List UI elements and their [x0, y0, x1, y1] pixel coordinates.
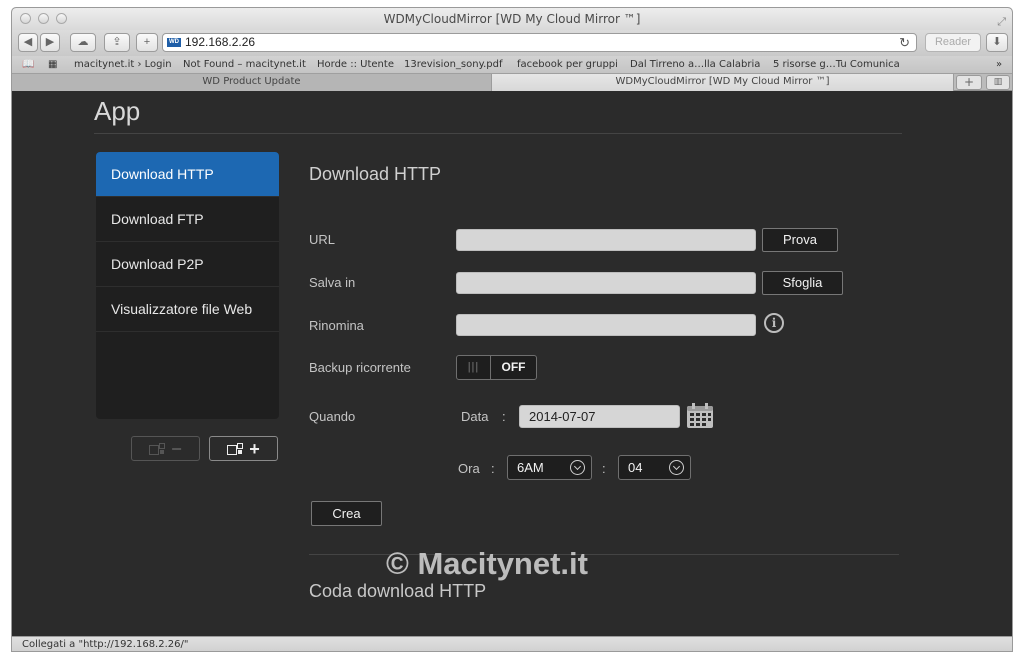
- when-label: Quando: [309, 409, 356, 424]
- minute-select[interactable]: 04: [618, 455, 691, 480]
- rename-label: Rinomina: [309, 318, 364, 333]
- watermark: © Macitynet.it: [386, 546, 588, 581]
- sidebar-item-web-file-viewer[interactable]: Visualizzatore file Web: [96, 287, 279, 332]
- window-title: WDMyCloudMirror [WD My Cloud Mirror ™]: [383, 12, 641, 26]
- back-button[interactable]: ◀: [18, 33, 38, 52]
- bookmark-item[interactable]: Dal Tirreno a…lla Calabria: [630, 56, 760, 74]
- queue-title: Coda download HTTP: [309, 581, 487, 601]
- forward-icon: ▶: [45, 36, 55, 48]
- page-title: App: [94, 96, 141, 126]
- app-grid-icon: [149, 443, 166, 455]
- time-separator: :: [491, 461, 495, 476]
- cloud-button[interactable]: ☁: [70, 33, 96, 52]
- test-button[interactable]: Prova: [762, 228, 838, 252]
- create-button[interactable]: Crea: [311, 501, 382, 526]
- minimize-window-button[interactable]: [38, 13, 49, 24]
- tab-wdmycloudmirror[interactable]: WDMyCloudMirror [WD My Cloud Mirror ™]: [492, 74, 954, 91]
- cloud-icon: ☁: [77, 36, 89, 48]
- share-button[interactable]: ⇪: [104, 33, 130, 52]
- tab-wd-product-update[interactable]: WD Product Update: [12, 74, 492, 91]
- chevron-down-icon: [570, 460, 585, 475]
- wd-favicon-icon: WD: [167, 38, 181, 47]
- page-content: App Download HTTP Download FTP Download …: [12, 92, 1012, 636]
- reading-list-icon[interactable]: 📖: [22, 56, 34, 74]
- divider: [94, 133, 902, 134]
- reload-icon[interactable]: ↻: [899, 34, 910, 51]
- status-bar: Collegati a "http://192.168.2.26/": [12, 636, 1012, 651]
- calendar-icon[interactable]: [686, 403, 714, 429]
- back-icon: ◀: [23, 36, 33, 48]
- reader-button[interactable]: Reader: [925, 33, 981, 52]
- info-icon[interactable]: i: [764, 313, 784, 333]
- time-separator-2: :: [602, 461, 606, 476]
- forward-button[interactable]: ▶: [40, 33, 60, 52]
- sidebar-item-download-ftp[interactable]: Download FTP: [96, 197, 279, 242]
- url-input[interactable]: [456, 229, 756, 251]
- title-bar: WDMyCloudMirror [WD My Cloud Mirror ™] ⤢: [12, 8, 1012, 30]
- rename-input[interactable]: [456, 314, 756, 336]
- add-bookmark-button[interactable]: +: [136, 33, 158, 52]
- remove-app-button[interactable]: −: [131, 436, 200, 461]
- date-separator: :: [502, 409, 506, 424]
- zoom-window-button[interactable]: [56, 13, 67, 24]
- time-label: Ora: [458, 461, 480, 476]
- bookmark-item[interactable]: 13revision_sony.pdf: [404, 56, 502, 74]
- tab-bar: WD Product Update WDMyCloudMirror [WD My…: [12, 74, 1012, 91]
- save-in-label: Salva in: [309, 275, 356, 290]
- close-window-button[interactable]: [20, 13, 31, 24]
- tab-overview-icon[interactable]: ▥: [986, 75, 1010, 90]
- hour-select[interactable]: 6AM: [507, 455, 592, 480]
- chevron-down-icon: [669, 460, 684, 475]
- hour-value: 6AM: [517, 460, 544, 475]
- form-title: Download HTTP: [309, 164, 442, 184]
- top-sites-icon[interactable]: ▦: [48, 56, 57, 74]
- minus-icon: −: [171, 438, 182, 459]
- toggle-grip-icon: |||: [457, 356, 491, 379]
- bookmark-item[interactable]: Not Found – macitynet.it: [183, 56, 306, 74]
- minute-value: 04: [628, 460, 643, 475]
- share-icon: ⇪: [112, 36, 122, 48]
- app-grid-icon: [227, 443, 244, 455]
- bookmarks-bar: 📖 ▦ macitynet.it › Login Not Found – mac…: [12, 56, 1012, 74]
- backup-toggle[interactable]: ||| OFF: [456, 355, 537, 380]
- new-tab-button[interactable]: +: [956, 75, 982, 90]
- save-in-input[interactable]: [456, 272, 756, 294]
- browser-toolbar: ◀ ▶ ☁ ⇪ + WD 192.168.2.26 ↻ Reader ⬇: [12, 30, 1012, 56]
- plus-icon: +: [249, 438, 260, 459]
- download-icon: ⬇: [992, 36, 1002, 48]
- backup-label: Backup ricorrente: [309, 360, 411, 375]
- date-label: Data: [461, 409, 489, 424]
- window-controls: [20, 13, 67, 24]
- browser-window: WDMyCloudMirror [WD My Cloud Mirror ™] ⤢…: [11, 7, 1013, 652]
- add-icon: +: [143, 36, 151, 48]
- date-input[interactable]: 2014-07-07: [519, 405, 680, 428]
- more-bookmarks-icon[interactable]: »: [996, 56, 1002, 74]
- bookmark-item[interactable]: 5 risorse g…Tu Comunica: [773, 56, 900, 74]
- bookmark-item[interactable]: facebook per gruppi: [517, 56, 618, 74]
- bookmark-item[interactable]: Horde :: Utente: [317, 56, 394, 74]
- toggle-state: OFF: [501, 360, 526, 374]
- sidebar-item-download-http[interactable]: Download HTTP: [96, 152, 279, 197]
- downloads-button[interactable]: ⬇: [986, 33, 1008, 52]
- sidebar-item-download-p2p[interactable]: Download P2P: [96, 242, 279, 287]
- add-app-button[interactable]: +: [209, 436, 278, 461]
- browse-button[interactable]: Sfoglia: [762, 271, 843, 295]
- app-sidebar: Download HTTP Download FTP Download P2P …: [96, 152, 279, 419]
- address-bar[interactable]: WD 192.168.2.26 ↻: [162, 33, 917, 52]
- bookmark-item[interactable]: macitynet.it › Login: [74, 56, 172, 74]
- url-label: URL: [309, 232, 336, 247]
- address-text[interactable]: 192.168.2.26: [185, 34, 255, 51]
